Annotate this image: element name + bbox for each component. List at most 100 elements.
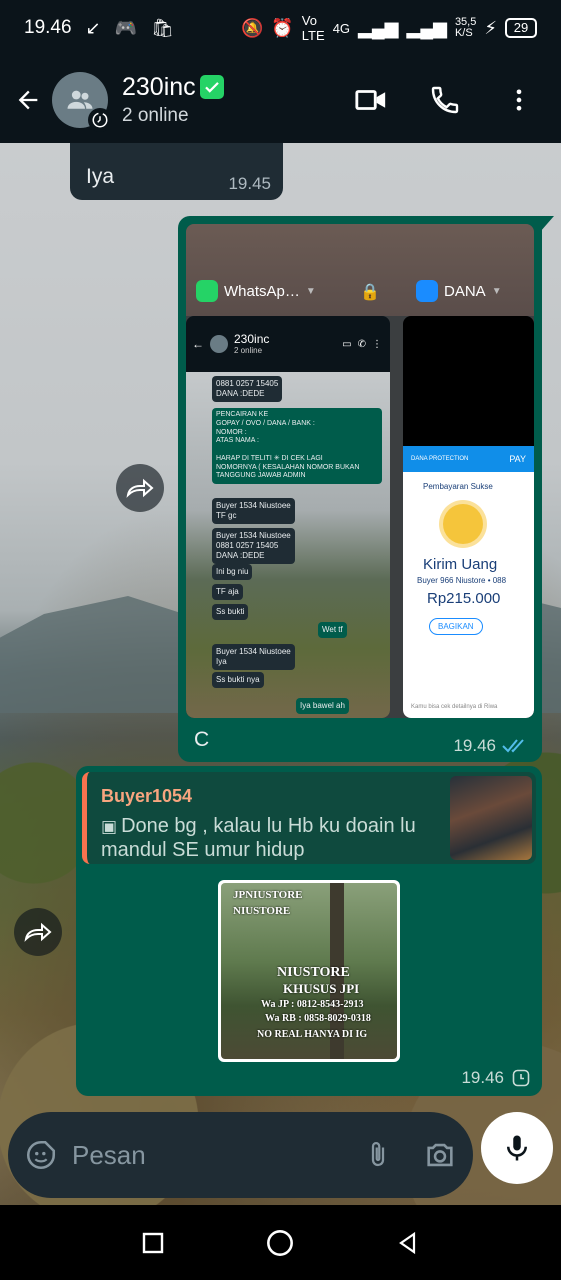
back-nav-button[interactable]	[396, 1230, 420, 1256]
video-camera-icon: ▭	[342, 338, 352, 350]
online-status: 2 online	[122, 104, 189, 126]
mini-message: Iya bawel ah	[296, 698, 349, 714]
quoted-author: Buyer1054	[101, 786, 193, 806]
paperclip-icon	[371, 1142, 385, 1167]
screenshot-whatsapp-card: ← 230inc 2 online ▭ ✆ ⋮ 0881 0257 15405 …	[186, 316, 390, 718]
more-options-button[interactable]	[497, 78, 541, 122]
forward-icon	[126, 478, 154, 498]
forward-icon	[24, 922, 52, 942]
quoted-image-thumbnail	[450, 776, 532, 860]
screenshot-dana-card: DANA PROTECTION PAY Pembayaran Sukse Kir…	[403, 316, 534, 718]
dana-share-button: BAGIKAN	[429, 618, 483, 635]
pending-clock-icon	[512, 1069, 530, 1087]
phone-icon: ✆	[357, 338, 366, 350]
recents-app-wa: WhatsAp… ▼	[196, 280, 316, 302]
kebab-menu-icon	[516, 89, 522, 110]
mini-message: PENCAIRAN KE GOPAY / OVO / DANA / BANK :…	[212, 408, 382, 484]
mini-title: 230inc	[234, 332, 270, 346]
dana-amount: Rp215.000	[427, 590, 501, 607]
mini-message: Ini bg niu	[212, 564, 253, 580]
back-button[interactable]	[4, 76, 52, 124]
chat-title-block[interactable]: 230inc 2 online	[122, 73, 224, 127]
message-composer: Pesan	[8, 1112, 473, 1198]
disappearing-timer-badge	[88, 107, 112, 132]
mute-icon: 🔕	[240, 17, 264, 38]
quoted-text-content: Done bg , kalau lu Hb ku doain lu mandul…	[101, 815, 416, 861]
alarm-icon: ⏰	[271, 17, 294, 38]
arrow-left-icon: ←	[192, 337, 204, 351]
recents-app-label: DANA	[444, 282, 486, 300]
signal-icon: ▂▄▆	[358, 17, 399, 38]
message-bubble-outgoing-image[interactable]: WhatsAp… ▼ 🔒 DANA ▼ ← 230inc 2 online ▭ …	[178, 216, 542, 762]
dana-protection-label: DANA PROTECTION	[411, 456, 469, 462]
voice-call-button[interactable]	[423, 78, 467, 122]
shopping-bag-icon: 🛍	[151, 17, 174, 38]
net-speed: 35,5 K/S	[454, 16, 477, 39]
recents-app-dana: DANA ▼	[416, 280, 502, 302]
forward-button[interactable]	[14, 908, 62, 956]
message-bubble-incoming[interactable]: Iya 19.45	[70, 143, 283, 200]
lock-icon: 🔒	[360, 284, 380, 301]
arrow-left-icon	[18, 90, 38, 109]
message-bubble-outgoing-reply[interactable]: Buyer1054 ▣ Done bg , kalau lu Hb ku doai…	[76, 766, 542, 1096]
dana-icon	[416, 280, 438, 302]
sticker-line: NO REAL HANYA DI IG	[257, 1029, 368, 1040]
dana-kirim-label: Kirim Uang	[423, 556, 498, 573]
missed-call-icon: ↙	[85, 17, 101, 38]
group-avatar[interactable]	[52, 71, 112, 132]
mini-avatar	[210, 335, 228, 353]
recents-bar	[186, 224, 534, 316]
sticker-image[interactable]: JPNIUSTORE NIUSTORE NIUSTORE KHUSUS JPI …	[218, 880, 400, 1062]
mini-message: Ss bukti nya	[212, 672, 264, 688]
chevron-down-icon: ▼	[491, 285, 502, 297]
square-icon	[142, 1232, 164, 1253]
system-nav-bar	[0, 1205, 561, 1280]
mini-subtitle: 2 online	[234, 346, 263, 356]
dana-footer: Kamu bisa cek detailnya di Riwa	[411, 704, 498, 710]
signal-icon-2: ▂▄▆	[406, 17, 447, 38]
recents-app-label: WhatsAp…	[224, 282, 300, 300]
sticker-line: Wa JP : 0812-8543-2913	[261, 999, 364, 1010]
double-check-read-icon	[502, 739, 524, 753]
mini-message: Buyer 1534 Niustoee 0881 0257 15405 DANA…	[212, 528, 295, 564]
message-time: 19.46	[461, 1068, 504, 1087]
attach-button[interactable]	[363, 1138, 393, 1172]
camera-button[interactable]	[423, 1138, 457, 1172]
home-button[interactable]	[266, 1229, 294, 1257]
message-input[interactable]: Pesan	[72, 1140, 363, 1171]
voice-message-button[interactable]	[481, 1112, 553, 1184]
sticker-line: JPNIUSTORE	[233, 889, 303, 901]
whatsapp-icon	[196, 280, 218, 302]
sun-illustration	[443, 504, 483, 544]
sticker-line: Wa RB : 0858-8029-0318	[265, 1013, 371, 1024]
chat-title: 230inc	[122, 72, 196, 101]
status-time: 19.46	[24, 17, 72, 38]
message-text: Iya	[86, 165, 115, 188]
network-type: 4G	[332, 20, 351, 36]
battery-level: 29	[505, 18, 537, 38]
message-time: 19.46	[453, 736, 496, 755]
dana-payment-title: Pembayaran Sukse	[423, 482, 493, 491]
charging-icon: ⚡	[484, 17, 497, 38]
video-call-button[interactable]	[349, 78, 393, 122]
microphone-icon	[507, 1135, 527, 1161]
quoted-message[interactable]: Buyer1054 ▣ Done bg , kalau lu Hb ku doai…	[82, 772, 536, 864]
verified-check-icon	[199, 75, 224, 99]
forward-button[interactable]	[116, 464, 164, 512]
chevron-down-icon: ▼	[305, 285, 316, 297]
chat-header: 230inc 2 online	[0, 56, 561, 143]
timer-icon	[92, 112, 108, 127]
triangle-back-icon	[399, 1231, 416, 1254]
dana-recipient: Buyer 966 Niustore • 088	[417, 576, 507, 585]
circle-icon	[267, 1229, 294, 1256]
dana-pay-label: PAY	[509, 454, 526, 464]
message-image[interactable]: WhatsAp… ▼ 🔒 DANA ▼ ← 230inc 2 online ▭ …	[186, 224, 534, 718]
mini-chat: 0881 0257 15405 DANA :DEDE PENCAIRAN KE …	[186, 372, 390, 718]
recents-button[interactable]	[141, 1231, 165, 1255]
image-icon: ▣	[101, 817, 118, 836]
mini-message: Buyer 1534 Niustoee Iya	[212, 644, 295, 670]
phone-icon	[431, 86, 459, 113]
sticker-line: NIUSTORE	[277, 965, 350, 980]
status-bar: 19.46 ↙ 🎮 🛍 🔕 ⏰ Vo LTE 4G ▂▄▆ ▂▄▆ 35,5 K/…	[0, 0, 561, 56]
emoji-sticker-button[interactable]	[24, 1138, 58, 1172]
